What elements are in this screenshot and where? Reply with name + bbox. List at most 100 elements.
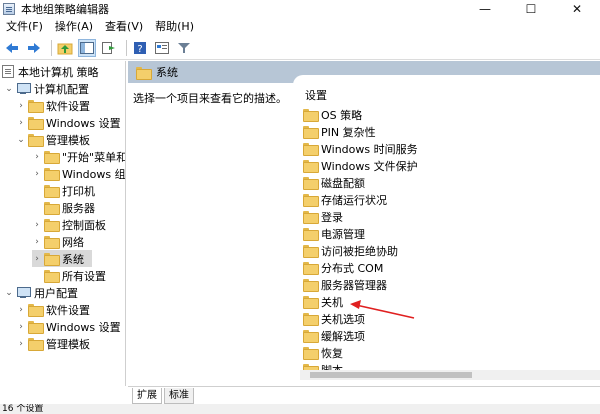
list-item-label: 关机选项 [321,312,365,326]
tree-item-label: 计算机配置 [34,82,89,96]
list-item-label: 分布式 COM [321,261,384,275]
tree-item-server[interactable]: 服务器 [44,199,95,216]
folder-icon [28,338,44,351]
folder-icon [136,66,152,80]
list-item[interactable]: Windows 文件保护 [303,157,418,174]
back-button[interactable] [3,39,21,57]
list-item[interactable]: 存储运行状况 [303,191,387,208]
column-header-settings[interactable]: 设置 [305,87,327,103]
folder-icon [28,134,44,147]
tree-item-user-software-settings[interactable]: › 软件设置 [16,301,90,318]
filter-icon [178,42,190,53]
menu-help[interactable]: 帮助(H) [149,17,200,36]
chevron-down-icon[interactable]: ⌄ [4,84,14,94]
properties-button[interactable] [153,39,171,57]
folder-icon [303,143,319,156]
forward-button[interactable] [25,39,43,57]
folder-icon [44,253,60,266]
list-item-label: 恢复 [321,346,343,360]
tree-item-software-settings[interactable]: › 软件设置 [16,97,90,114]
close-button[interactable]: ✕ [554,0,600,17]
scrollbar-thumb[interactable] [310,372,472,378]
list-item-shutdown[interactable]: 关机 [303,293,343,310]
tab-standard[interactable]: 标准 [164,388,194,404]
list-item[interactable]: 访问被拒绝协助 [303,242,398,259]
chevron-right-icon[interactable]: › [32,169,42,179]
list-item[interactable]: 关机选项 [303,310,365,327]
tree-item-system[interactable]: › 系统 [32,250,92,267]
tree-item-printers[interactable]: 打印机 [44,182,95,199]
help-button[interactable]: ? [131,39,149,57]
folder-icon [44,270,60,283]
list-item[interactable]: 缓解选项 [303,327,365,344]
minimize-button[interactable]: — [462,0,508,17]
list-item-label: 存储运行状况 [321,193,387,207]
chevron-down-icon[interactable]: ⌄ [4,288,14,298]
list-item-label: Windows 文件保护 [321,159,418,173]
tree-item-control-panel[interactable]: › 控制面板 [32,216,106,233]
list-item[interactable]: 电源管理 [303,225,365,242]
tree-item-computer-config[interactable]: ⌄ 计算机配置 [4,80,89,97]
tree-item-label: Windows 组 [62,167,126,181]
folder-icon [303,228,319,241]
list-item[interactable]: 磁盘配额 [303,174,365,191]
up-one-level-button[interactable] [56,39,74,57]
tree-item-start-menu[interactable]: › "开始"菜单和 [32,148,126,165]
list-item[interactable]: PIN 复杂性 [303,123,376,140]
list-item[interactable]: OS 策略 [303,106,362,123]
tab-extended[interactable]: 扩展 [132,388,162,404]
folder-icon [303,330,319,343]
details-header-title: 系统 [156,66,178,79]
list-item[interactable]: 分布式 COM [303,259,383,276]
tree-item-user-admin-templates[interactable]: › 管理模板 [16,335,90,352]
list-item-label: Windows 时间服务 [321,142,418,156]
folder-icon [303,296,319,309]
chevron-right-icon[interactable]: › [16,305,26,315]
export-list-button[interactable] [100,39,118,57]
tree-item-windows-components[interactable]: › Windows 组 [32,165,126,182]
help-icon: ? [134,41,146,55]
menu-view[interactable]: 查看(V) [99,17,149,36]
folder-icon [303,109,319,122]
details-pane: 系统 选择一个项目来查看它的描述。 设置 OS 策略 PIN 复杂性 Windo… [128,61,600,386]
tree-item-local-computer-policy[interactable]: 本地计算机 策略 [2,63,99,80]
list-item[interactable]: 登录 [303,208,343,225]
list-item[interactable]: Windows 时间服务 [303,140,418,157]
tree-item-network[interactable]: › 网络 [32,233,84,250]
folder-icon [303,245,319,258]
list-item[interactable]: 恢复 [303,344,343,361]
chevron-right-icon[interactable]: › [16,101,26,111]
chevron-down-icon[interactable]: ⌄ [16,135,26,145]
tree-item-label: "开始"菜单和 [62,150,126,164]
tree-item-label: 所有设置 [62,269,106,283]
folder-icon [303,211,319,224]
chevron-right-icon[interactable]: › [32,254,42,264]
tree-item-user-config[interactable]: ⌄ 用户配置 [4,284,78,301]
tree-item-user-windows-settings[interactable]: › Windows 设置 [16,318,121,335]
list-item-label: 电源管理 [321,227,365,241]
show-hide-tree-button[interactable] [78,38,96,57]
chevron-right-icon[interactable]: › [32,152,42,162]
status-bar: 16 个设置 [0,404,600,414]
tree-item-label: Windows 设置 [46,320,121,334]
chevron-right-icon[interactable]: › [32,237,42,247]
chevron-right-icon[interactable]: › [32,220,42,230]
tree-item-admin-templates[interactable]: ⌄ 管理模板 [16,131,90,148]
maximize-button[interactable]: ☐ [508,0,554,17]
list-item-label: PIN 复杂性 [321,125,376,139]
list-item[interactable]: 服务器管理器 [303,276,387,293]
filter-button[interactable] [175,39,193,57]
folder-icon [28,100,44,113]
tree-item-windows-settings[interactable]: › Windows 设置 [16,114,121,131]
menu-file[interactable]: 文件(F) [0,17,49,36]
chevron-right-icon[interactable]: › [16,339,26,349]
horizontal-scrollbar[interactable] [300,370,600,380]
tree-item-label: 系统 [62,252,84,266]
tree-item-label: 控制面板 [62,218,106,232]
tree-item-label: 用户配置 [34,286,78,300]
tree-item-all-settings[interactable]: 所有设置 [44,267,106,284]
description-text: 选择一个项目来查看它的描述。 [133,92,287,105]
chevron-right-icon[interactable]: › [16,118,26,128]
menu-action[interactable]: 操作(A) [49,17,99,36]
chevron-right-icon[interactable]: › [16,322,26,332]
